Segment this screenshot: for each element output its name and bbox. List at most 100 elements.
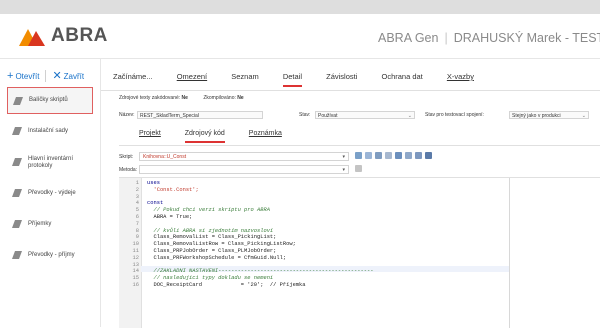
replace-icon[interactable] — [385, 152, 392, 159]
header-separator: | — [444, 31, 448, 45]
open-button[interactable]: + Otevřít — [7, 70, 39, 82]
line-number: 1 — [135, 180, 139, 186]
plus-icon: + — [7, 69, 14, 82]
method-select[interactable]: ▾ — [139, 165, 349, 174]
line-number: 3 — [135, 193, 139, 200]
actions-divider — [45, 69, 47, 82]
code-text: Class_PRPJobOrder = Class_PLMJobOrder; — [147, 248, 277, 254]
right-margin-line — [509, 178, 510, 328]
code-text: Class_RemovalList = Class_PickingList; — [147, 234, 277, 241]
code-text: Class_RemovalListRow = Class_PickingList… — [147, 241, 296, 248]
compiled-value: Ne — [237, 95, 244, 101]
script-select[interactable]: Knihovna::U_Const ▾ — [139, 152, 349, 161]
bookmark-icon[interactable] — [405, 152, 412, 159]
sub-tabs: Projekt Zdrojový kód Poznámka — [139, 130, 304, 143]
status-value: Používat — [318, 113, 338, 119]
status-select[interactable]: Používat ⌄ — [315, 111, 415, 119]
document-icon[interactable] — [355, 165, 362, 172]
tab-ochrana-dat[interactable]: Ochrana dat — [381, 72, 422, 85]
tabs-divider — [101, 90, 600, 91]
sidebar-item-label: Převodky - příjmy — [28, 252, 75, 258]
code-editor[interactable]: 1 uses 2 'Const.Const'; 3 4 const 5 // Pokud c… — [119, 177, 600, 328]
tab-zavislosti[interactable]: Závislosti — [326, 72, 357, 85]
name-field[interactable]: REST_SkladTerm_Special — [137, 111, 263, 119]
user-name[interactable]: DRAHUSKÝ Marek - TEST — [454, 31, 600, 45]
line-number: 13 — [132, 261, 139, 268]
encrypted-value: Ne — [181, 95, 188, 101]
line-number: 6 — [135, 214, 139, 220]
folder-icon — [12, 220, 22, 228]
sidebar-item-prevodky-prijmy[interactable]: Převodky - příjmy — [7, 242, 93, 269]
code-text: const — [147, 200, 164, 207]
close-icon: ✕ — [52, 70, 62, 82]
method-label: Metoda: — [119, 167, 138, 173]
tab-poznamka[interactable]: Poznámka — [249, 130, 282, 141]
chevron-down-icon: ⌄ — [581, 113, 586, 119]
compile-icon[interactable] — [355, 152, 362, 159]
folder-icon — [12, 251, 22, 259]
open-label: Otevřít — [15, 71, 40, 81]
sidebar-item-prijemky[interactable]: Příjemky — [7, 211, 93, 238]
code-text: uses — [147, 180, 160, 186]
line-number: 4 — [135, 200, 139, 207]
code-text: // Pokud chci verzi skriptu pro ABRA — [147, 207, 270, 214]
line-number: 15 — [132, 275, 139, 282]
method-row: Metoda: ▾ — [119, 165, 600, 175]
main-tabs: Začínáme... Omezení Seznam Detail Závisl… — [113, 72, 496, 87]
sidebar-item-prevodky-vydeje[interactable]: Převodky - výdeje — [7, 180, 93, 207]
tab-x-vazby[interactable]: X-vazby — [447, 72, 474, 85]
line-number: 12 — [132, 254, 139, 261]
save-icon[interactable] — [425, 152, 432, 159]
sidebar-item-label: Instalační sady — [28, 128, 69, 134]
folder-icon — [12, 189, 22, 197]
test-label: Stav pro testovací spojení: — [425, 112, 484, 118]
abra-logo-icon — [19, 29, 45, 46]
sidebar-item-hlavni-inventarni-protokoly[interactable]: Hlavní inventární protokoly — [7, 149, 93, 176]
tab-projekt[interactable]: Projekt — [139, 130, 161, 141]
name-label: Název: — [119, 112, 135, 118]
sidebar-actions: + Otevřít ✕ Zavřít — [7, 69, 84, 83]
chevron-down-icon: ▾ — [342, 154, 345, 160]
tab-omezeni[interactable]: Omezení — [177, 72, 207, 85]
encrypted-label: Zdrojové texty zakódované: — [119, 95, 181, 101]
window-top-strip — [0, 0, 600, 14]
format-icon[interactable] — [395, 152, 402, 159]
copy-icon[interactable] — [365, 152, 372, 159]
sidebar-item-label: Převodky - výdeje — [28, 190, 76, 196]
product-name: ABRA Gen — [378, 31, 439, 45]
header-info: ABRA Gen|DRAHUSKÝ Marek - TEST| — [378, 31, 600, 49]
sidebar: + Otevřít ✕ Zavřít Balíčky skriptů Instalač… — [0, 59, 101, 327]
chevron-down-icon: ⌄ — [407, 113, 412, 119]
line-number: 11 — [132, 248, 139, 254]
compiled-label: Zkompilováno: — [203, 95, 236, 101]
script-row: Skript: Knihovna::U_Const ▾ — [119, 152, 600, 162]
line-number: 5 — [135, 207, 139, 214]
test-value: Stejný jako v produkci — [512, 113, 561, 119]
folder-icon — [12, 127, 22, 135]
tab-detail[interactable]: Detail — [282, 72, 303, 87]
line-number: 16 — [132, 282, 139, 288]
editor-toolbar — [355, 152, 435, 162]
logo-text: ABRA — [51, 25, 108, 46]
code-text: // nasledujici typy dokladu se nemeni — [147, 275, 274, 282]
code-text: ABRA = True; — [147, 214, 193, 220]
sidebar-item-label: Příjemky — [28, 221, 52, 227]
code-text: Class_PRFWorkshopSchedule = CfmGuid.Null… — [147, 254, 287, 261]
folder-icon — [13, 97, 23, 105]
method-toolbar — [355, 165, 365, 175]
sidebar-item-label: Hlavní inventární protokoly — [28, 155, 74, 169]
sidebar-item-instalacni-sady[interactable]: Instalační sady — [7, 118, 93, 145]
script-label: Skript: — [119, 154, 134, 160]
search-icon[interactable] — [375, 152, 382, 159]
sidebar-item-balicky-skriptu[interactable]: Balíčky skriptů — [7, 87, 93, 114]
tab-zdrojovy-kod[interactable]: Zdrojový kód — [184, 130, 225, 143]
code-text: //ZAKLADNI NASTAVENI--------------------… — [147, 268, 374, 275]
chevron-down-icon: ▾ — [342, 167, 345, 173]
tab-zaciname[interactable]: Začínáme... — [113, 72, 153, 85]
close-button[interactable]: ✕ Zavřít — [52, 69, 84, 82]
line-number: 14 — [132, 268, 139, 275]
list-icon[interactable] — [415, 152, 422, 159]
test-select[interactable]: Stejný jako v produkci ⌄ — [509, 111, 589, 119]
tab-seznam[interactable]: Seznam — [231, 72, 259, 85]
sidebar-items: Balíčky skriptů Instalační sady Hlavní i… — [7, 87, 93, 273]
